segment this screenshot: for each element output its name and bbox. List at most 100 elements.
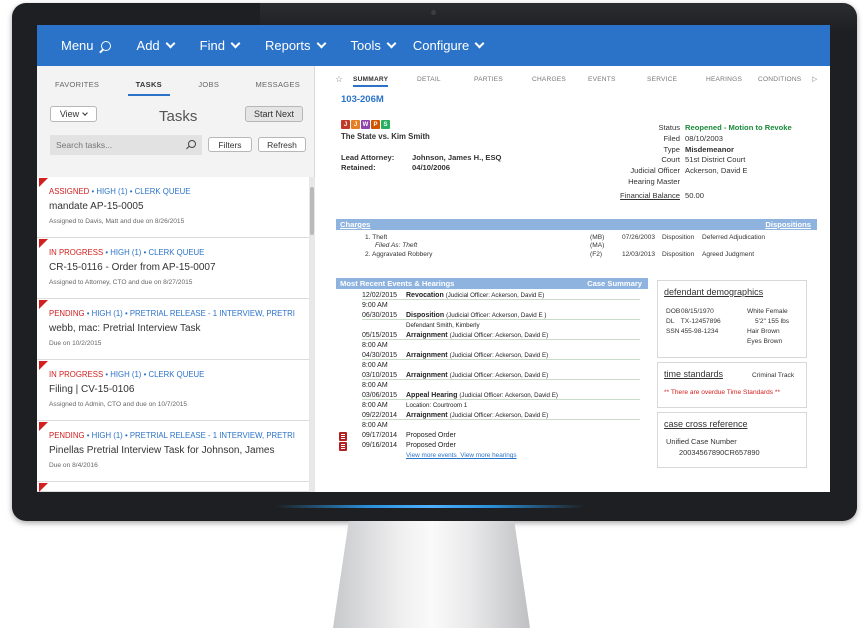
search-input[interactable]	[50, 135, 202, 155]
charge-date: 12/03/2013	[622, 251, 656, 258]
nav-tools[interactable]: Tools	[351, 38, 397, 53]
pdf-document-icon[interactable]	[339, 432, 347, 441]
tab-service[interactable]: SERVICE	[647, 76, 677, 83]
tab-favorites[interactable]: FAVORITES	[55, 80, 99, 104]
task-item[interactable]: PENDING • HIGH (1) • PRETRIAL RELEASE - …	[37, 421, 309, 482]
event-row[interactable]: 04/30/2015 Arraignment (Judicial Officer:…	[362, 352, 640, 360]
hair-row: Hair Brown	[747, 328, 780, 335]
event-date: 09/17/2014	[362, 432, 398, 439]
tab-charges[interactable]: CHARGES	[532, 76, 566, 83]
task-item[interactable]: IN PROGRESS • HIGH (1) • CLERK QUEUE CR-…	[37, 238, 309, 299]
event-officer: (Judicial Officer: Ackerson, David E)	[445, 292, 545, 299]
case-summary-link[interactable]: Case Summary	[587, 278, 642, 289]
event-name: Arraignment	[406, 372, 448, 379]
attorney-values: Johnson, James H., ESQ 04/10/2006	[412, 153, 501, 173]
tab-parties[interactable]: PARTIES	[474, 76, 503, 83]
event-date: 04/30/2015	[362, 352, 398, 359]
priority-flag-icon	[39, 422, 48, 431]
power-light	[275, 505, 585, 508]
dispositions-link[interactable]: Dispositions	[765, 219, 811, 230]
event-row[interactable]: 09/16/2014 Proposed Order	[362, 442, 640, 449]
charge-disposition-label: Disposition	[662, 234, 695, 241]
event-officer: (Judicial Officer: Ackerson, David E )	[446, 312, 547, 319]
demographics-title[interactable]: defendant demographics	[658, 281, 806, 297]
chevron-down-icon	[386, 38, 397, 49]
judicial-officer-row: Judicial Officer Ackerson, David E	[606, 166, 830, 177]
task-item[interactable]: IN PROGRESS • HIGH (1) • CLERK QUEUE Fil…	[37, 360, 309, 421]
task-queue: • HIGH (1) • CLERK QUEUE	[89, 187, 191, 196]
event-officer: (Judicial Officer: Ackerson, David E)	[449, 412, 549, 419]
tab-hearings[interactable]: HEARINGS	[706, 76, 742, 83]
event-row[interactable]: 12/02/2015 Revocation (Judicial Officer: …	[362, 292, 640, 300]
nav-configure[interactable]: Configure	[413, 38, 485, 53]
tab-events[interactable]: EVENTS	[588, 76, 616, 83]
time-standards-track: Criminal Track	[752, 372, 795, 379]
flag-icon: J	[341, 120, 350, 129]
task-item[interactable]	[37, 482, 309, 492]
task-queue: • HIGH (1) • CLERK QUEUE	[103, 248, 205, 257]
event-row[interactable]: 03/06/2015 Appeal Hearing (Judicial Offic…	[362, 392, 640, 400]
filed-key: Filed	[663, 133, 680, 143]
scrollbar-thumb[interactable]	[310, 187, 314, 235]
filed-value: 08/10/2003	[685, 133, 724, 143]
search-icon[interactable]	[188, 140, 196, 148]
case-status-grid: Status Reopened - Motion to Revoke Filed 0…	[606, 123, 830, 202]
task-title: Pinellas Pretrial Interview Task for Joh…	[49, 445, 275, 456]
start-next-button[interactable]: Start Next	[245, 106, 303, 122]
task-list-scrollbar[interactable]	[309, 177, 315, 492]
nav-find[interactable]: Find	[200, 38, 241, 53]
charge-filed-as: Filed As: Theft	[375, 242, 418, 249]
charge-name: 1. Theft	[365, 234, 388, 241]
task-item[interactable]: PENDING • HIGH (1) • PRETRIAL RELEASE - …	[37, 299, 309, 360]
event-date: 12/02/2015	[362, 292, 398, 299]
event-row[interactable]: 03/10/2015 Arraignment (Judicial Officer:…	[362, 372, 640, 380]
tab-conditions[interactable]: CONDITIONS	[758, 76, 801, 83]
view-dropdown[interactable]: View	[50, 106, 97, 122]
event-name: Proposed Order	[406, 442, 456, 449]
view-more-events-link[interactable]: View more events	[406, 452, 457, 459]
flag-icon: P	[371, 120, 380, 129]
type-value: Misdemeanor	[685, 144, 734, 154]
financial-balance-link[interactable]: Financial Balance	[620, 191, 680, 200]
event-row[interactable]: 06/30/2015 Disposition (Judicial Officer:…	[362, 312, 640, 320]
event-row[interactable]: 09/22/2014 Arraignment (Judicial Officer:…	[362, 412, 640, 420]
chevron-right-icon[interactable]: ▷	[812, 75, 817, 83]
priority-flag-icon	[39, 300, 48, 309]
charges-title[interactable]: Charges	[340, 220, 370, 229]
status-value: Reopened - Motion to Revoke	[685, 123, 792, 132]
event-name: Disposition	[406, 312, 445, 319]
tab-tasks[interactable]: TASKS	[127, 80, 171, 104]
chevron-down-icon	[165, 38, 176, 49]
nav-add[interactable]: Add	[137, 38, 176, 53]
tab-messages[interactable]: MESSAGES	[256, 80, 301, 104]
event-row[interactable]: 09/17/2014 Proposed Order	[362, 432, 640, 439]
tab-summary[interactable]: SUMMARY	[353, 76, 389, 87]
event-name: Arraignment	[406, 412, 448, 419]
task-title: CR-15-0116 - Order from AP-15-0007	[49, 262, 216, 273]
filters-button[interactable]: Filters	[208, 137, 252, 152]
time-standards-card: time standards Criminal Track ** There a…	[657, 362, 807, 408]
nav-reports[interactable]: Reports	[265, 38, 326, 53]
view-more-hearings-link[interactable]: View more hearings	[460, 452, 516, 459]
tab-jobs[interactable]: JOBS	[198, 80, 219, 104]
task-status: PENDING	[49, 309, 85, 318]
camera-icon	[431, 10, 436, 15]
task-item[interactable]: ASSIGNED • HIGH (1) • CLERK QUEUE mandat…	[37, 177, 309, 238]
event-officer: (Judicial Officer: Ackerson, David E)	[449, 352, 549, 359]
tasks-header: View Tasks Start Next	[37, 104, 314, 134]
nav-menu[interactable]: Menu	[61, 38, 111, 53]
dl-value: TX-12457896	[680, 318, 721, 325]
cross-reference-title[interactable]: case cross reference	[658, 413, 806, 429]
cross-reference-card: case cross reference Unified Case Number…	[657, 412, 807, 468]
case-number: 103-206M	[341, 94, 384, 105]
charge-disposition: Agreed Judgment	[702, 251, 755, 258]
court-key: Court	[661, 155, 680, 165]
pdf-document-icon[interactable]	[339, 442, 347, 451]
event-date: 03/10/2015	[362, 372, 398, 379]
dob-key: DOB	[666, 308, 681, 315]
star-icon[interactable]: ☆	[335, 74, 343, 85]
court-value: 51st District Court	[685, 155, 746, 165]
tab-detail[interactable]: DETAIL	[417, 76, 441, 83]
refresh-button[interactable]: Refresh	[258, 137, 306, 152]
event-row[interactable]: 05/15/2015 Arraignment (Judicial Officer:…	[362, 332, 640, 340]
